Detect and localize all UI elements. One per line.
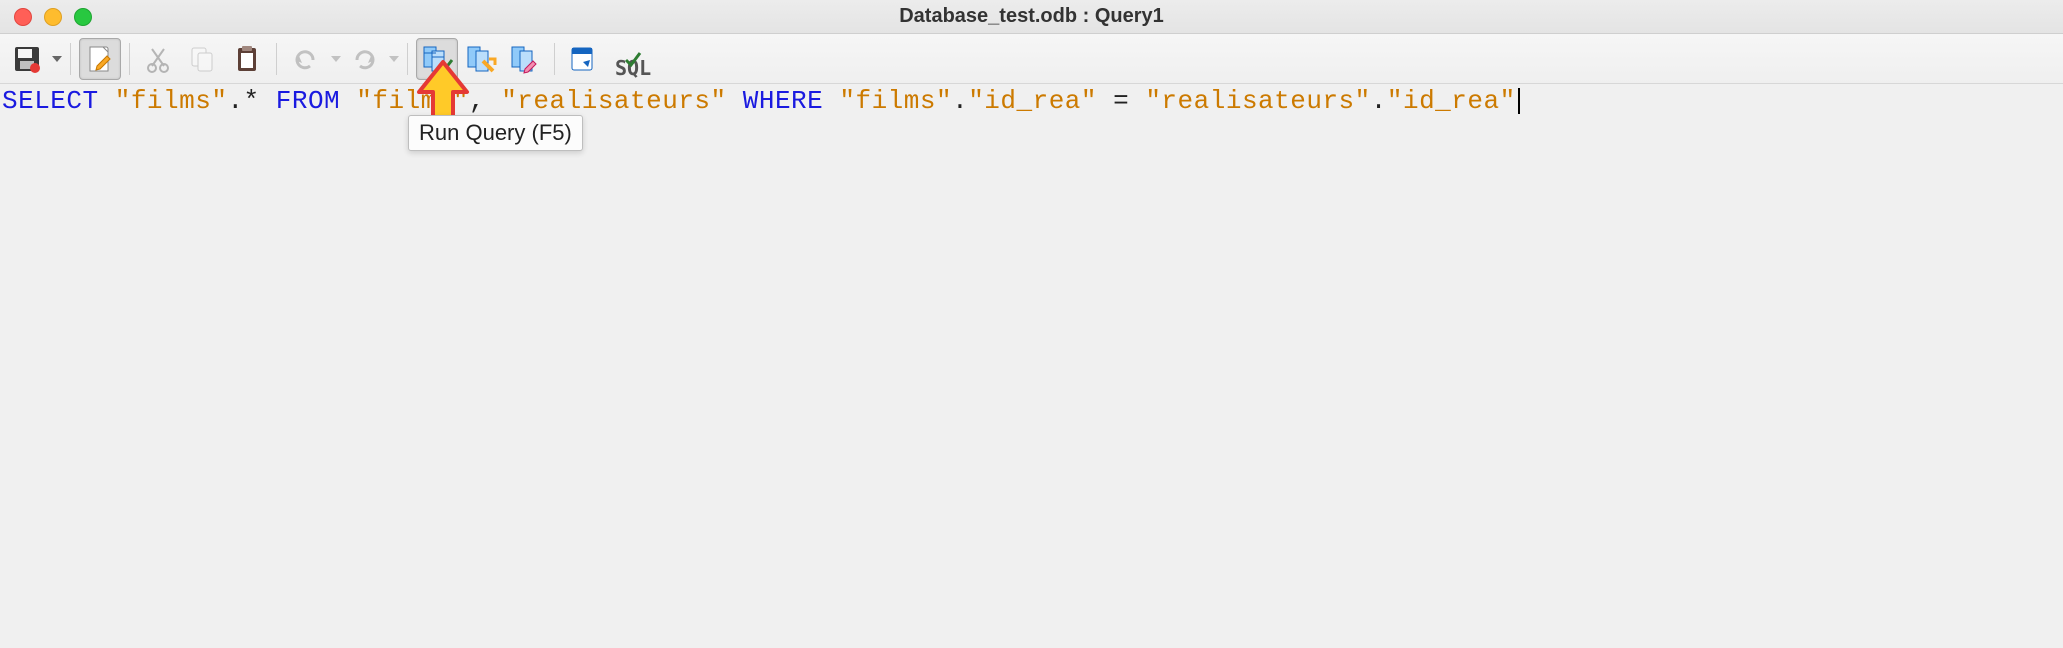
sql-token: = (1097, 86, 1145, 116)
maximize-window-button[interactable] (74, 8, 92, 26)
save-button[interactable] (6, 38, 48, 80)
sql-token: "films" (356, 86, 469, 116)
clear-query-button[interactable] (460, 38, 502, 80)
sql-token: "films" (115, 86, 228, 116)
sql-token: "films" (839, 86, 952, 116)
toolbar-separator (129, 43, 130, 75)
undo-button (285, 38, 327, 80)
window-controls (0, 8, 92, 26)
toolbar-separator (70, 43, 71, 75)
run-query-tooltip: Run Query (F5) (408, 115, 583, 151)
sql-token: WHERE (727, 86, 840, 116)
cut-button (138, 38, 180, 80)
text-cursor (1518, 88, 1520, 114)
add-table-icon (568, 43, 600, 75)
sql-token: "id_rea" (968, 86, 1097, 116)
toolbar-separator (276, 43, 277, 75)
check-icon (623, 49, 643, 69)
sql-direct-button[interactable] (607, 38, 661, 80)
clear-query-icon (465, 43, 497, 75)
window-title: Database_test.odb : Query1 (0, 5, 2063, 28)
copy-button (182, 38, 224, 80)
run-query-button[interactable] (416, 38, 458, 80)
paste-button[interactable] (226, 38, 268, 80)
sql-token: .* (227, 86, 275, 116)
close-window-button[interactable] (14, 8, 32, 26)
sql-editor[interactable]: SELECT "films".* FROM "films", "realisat… (0, 84, 2063, 119)
sql-token: "realisateurs" (1145, 86, 1370, 116)
undo-icon (293, 46, 319, 72)
edit-file-icon (85, 44, 115, 74)
toolbar-separator (554, 43, 555, 75)
edit-file-button[interactable] (79, 38, 121, 80)
paste-icon (232, 44, 262, 74)
design-view-icon (509, 43, 541, 75)
sql-token: . (1371, 86, 1387, 116)
sql-token: SELECT (2, 86, 115, 116)
save-dropdown-caret[interactable] (52, 56, 62, 62)
add-table-button[interactable] (563, 38, 605, 80)
sql-token: "realisateurs" (501, 86, 726, 116)
toolbar: SQL (0, 34, 2063, 84)
design-view-button[interactable] (504, 38, 546, 80)
redo-button (343, 38, 385, 80)
minimize-window-button[interactable] (44, 8, 62, 26)
redo-dropdown-caret (389, 56, 399, 62)
toolbar-separator (407, 43, 408, 75)
sql-token: FROM (276, 86, 357, 116)
cut-icon (144, 44, 174, 74)
sql-token: "id_rea" (1387, 86, 1516, 116)
sql-token: , (469, 86, 501, 116)
undo-dropdown-caret (331, 56, 341, 62)
save-icon (12, 44, 42, 74)
sql-token: . (952, 86, 968, 116)
redo-icon (351, 46, 377, 72)
run-query-icon (421, 43, 453, 75)
window-titlebar: Database_test.odb : Query1 (0, 0, 2063, 34)
copy-icon (188, 44, 218, 74)
